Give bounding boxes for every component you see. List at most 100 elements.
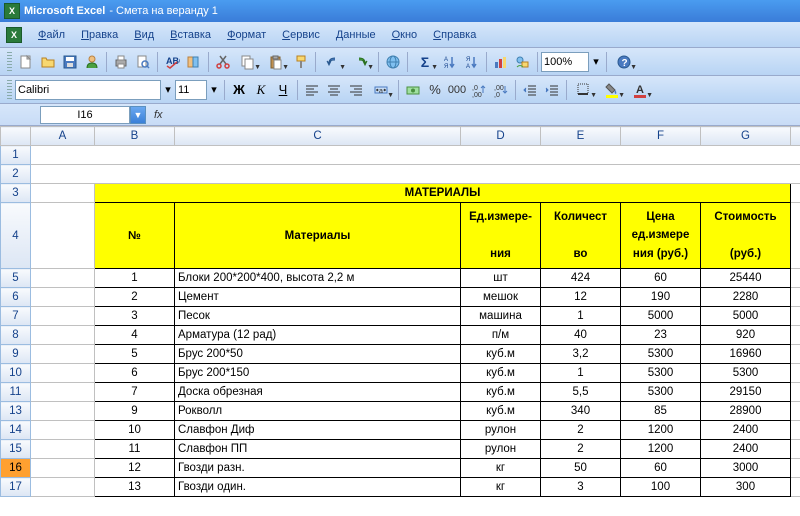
cell-qty[interactable]: 5,5 bbox=[541, 383, 621, 402]
row-header[interactable]: 17 bbox=[1, 478, 31, 497]
row-header[interactable]: 14 bbox=[1, 421, 31, 440]
cell-price[interactable]: 190 bbox=[621, 288, 701, 307]
name-box[interactable] bbox=[40, 106, 130, 124]
research-icon[interactable] bbox=[183, 51, 205, 73]
cell-cost[interactable]: 25440 bbox=[701, 269, 791, 288]
row-header[interactable]: 13 bbox=[1, 402, 31, 421]
cell-price[interactable]: 1200 bbox=[621, 440, 701, 459]
font-size-dropdown-icon[interactable]: ▾ bbox=[207, 79, 221, 101]
col-material-header[interactable]: Материалы bbox=[175, 203, 461, 269]
cell-qty[interactable]: 40 bbox=[541, 326, 621, 345]
cut-icon[interactable] bbox=[212, 51, 234, 73]
cell-price[interactable]: 100 bbox=[621, 478, 701, 497]
row-header[interactable]: 1 bbox=[1, 146, 31, 165]
row-header[interactable]: 3 bbox=[1, 184, 31, 203]
cell-cost[interactable]: 29150 bbox=[701, 383, 791, 402]
decrease-decimal-icon[interactable]: ,00,0 bbox=[490, 79, 512, 101]
align-left-icon[interactable] bbox=[301, 79, 323, 101]
row-header[interactable]: 7 bbox=[1, 307, 31, 326]
chart-wizard-icon[interactable] bbox=[490, 51, 512, 73]
cell-unit[interactable]: шт bbox=[461, 269, 541, 288]
spelling-icon[interactable]: ABC bbox=[161, 51, 183, 73]
bold-button[interactable]: Ж bbox=[228, 79, 250, 101]
menu-данные[interactable]: Данные bbox=[328, 26, 384, 44]
cell-qty[interactable]: 340 bbox=[541, 402, 621, 421]
help-icon[interactable]: ?▼ bbox=[610, 51, 638, 73]
cell-num[interactable]: 3 bbox=[95, 307, 175, 326]
menu-формат[interactable]: Формат bbox=[219, 26, 274, 44]
col-num-header[interactable]: № bbox=[95, 203, 175, 269]
menu-файл[interactable]: Файл bbox=[30, 26, 73, 44]
cell-material[interactable]: Брус 200*50 bbox=[175, 345, 461, 364]
cell-cost[interactable]: 2400 bbox=[701, 440, 791, 459]
column-header[interactable] bbox=[791, 127, 800, 146]
cell-unit[interactable]: рулон bbox=[461, 440, 541, 459]
cell-unit[interactable]: рулон bbox=[461, 421, 541, 440]
cell-unit[interactable]: п/м bbox=[461, 326, 541, 345]
menu-окно[interactable]: Окно bbox=[384, 26, 426, 44]
col-price-header[interactable]: Ценаед.измерения (руб.) bbox=[621, 203, 701, 269]
cell-qty[interactable]: 50 bbox=[541, 459, 621, 478]
workbook-icon[interactable]: X bbox=[4, 26, 24, 44]
cell-cost[interactable]: 16960 bbox=[701, 345, 791, 364]
align-right-icon[interactable] bbox=[345, 79, 367, 101]
format-painter-icon[interactable] bbox=[290, 51, 312, 73]
cell-unit[interactable]: машина bbox=[461, 307, 541, 326]
column-header[interactable]: B bbox=[95, 127, 175, 146]
cell-material[interactable]: Славфон Диф bbox=[175, 421, 461, 440]
cell-num[interactable]: 1 bbox=[95, 269, 175, 288]
cell-price[interactable]: 5300 bbox=[621, 383, 701, 402]
currency-icon[interactable] bbox=[402, 79, 424, 101]
cell-material[interactable]: Песок bbox=[175, 307, 461, 326]
menu-сервис[interactable]: Сервис bbox=[274, 26, 328, 44]
cell-qty[interactable]: 3,2 bbox=[541, 345, 621, 364]
sort-desc-icon[interactable]: ЯA bbox=[461, 51, 483, 73]
fx-label[interactable]: fx bbox=[154, 109, 163, 121]
cell-price[interactable]: 5300 bbox=[621, 345, 701, 364]
cell-num[interactable]: 5 bbox=[95, 345, 175, 364]
row-header[interactable]: 4 bbox=[1, 203, 31, 269]
cell-material[interactable]: Гвозди один. bbox=[175, 478, 461, 497]
cell-unit[interactable]: куб.м bbox=[461, 402, 541, 421]
cell-num[interactable]: 13 bbox=[95, 478, 175, 497]
copy-icon[interactable]: ▼ bbox=[234, 51, 262, 73]
cell-material[interactable]: Арматура (12 рад) bbox=[175, 326, 461, 345]
column-header[interactable]: C bbox=[175, 127, 461, 146]
sort-asc-icon[interactable]: AЯ bbox=[439, 51, 461, 73]
cell-price[interactable]: 1200 bbox=[621, 421, 701, 440]
italic-button[interactable]: К bbox=[250, 79, 272, 101]
font-name-select[interactable] bbox=[15, 80, 161, 100]
menu-вид[interactable]: Вид bbox=[126, 26, 162, 44]
toolbar-grip[interactable] bbox=[7, 80, 12, 100]
menu-справка[interactable]: Справка bbox=[425, 26, 484, 44]
cell-num[interactable]: 12 bbox=[95, 459, 175, 478]
cell-num[interactable]: 11 bbox=[95, 440, 175, 459]
cell-price[interactable]: 60 bbox=[621, 269, 701, 288]
font-name-dropdown-icon[interactable]: ▾ bbox=[161, 79, 175, 101]
comma-style-icon[interactable]: 000 bbox=[446, 79, 468, 101]
col-unit-header[interactable]: Ед.измере-ния bbox=[461, 203, 541, 269]
open-file-icon[interactable] bbox=[37, 51, 59, 73]
menu-правка[interactable]: Правка bbox=[73, 26, 126, 44]
toolbar-grip[interactable] bbox=[7, 52, 12, 72]
cell-num[interactable]: 2 bbox=[95, 288, 175, 307]
redo-icon[interactable]: ▼ bbox=[347, 51, 375, 73]
cell-material[interactable]: Блоки 200*200*400, высота 2,2 м bbox=[175, 269, 461, 288]
print-icon[interactable] bbox=[110, 51, 132, 73]
new-file-icon[interactable] bbox=[15, 51, 37, 73]
column-header[interactable]: D bbox=[461, 127, 541, 146]
cell-qty[interactable]: 1 bbox=[541, 364, 621, 383]
worksheet-grid[interactable]: ABCDEFG 123МАТЕРИАЛЫ4№МатериалыЕд.измере… bbox=[0, 126, 800, 497]
row-header[interactable]: 8 bbox=[1, 326, 31, 345]
cell-num[interactable]: 6 bbox=[95, 364, 175, 383]
zoom-input[interactable] bbox=[541, 52, 589, 72]
underline-button[interactable]: Ч bbox=[272, 79, 294, 101]
row-header[interactable]: 11 bbox=[1, 383, 31, 402]
name-box-dropdown-icon[interactable]: ▼ bbox=[130, 106, 146, 124]
cell-qty[interactable]: 3 bbox=[541, 478, 621, 497]
cell-cost[interactable]: 300 bbox=[701, 478, 791, 497]
menu-вставка[interactable]: Вставка bbox=[162, 26, 219, 44]
cell-material[interactable]: Гвозди разн. bbox=[175, 459, 461, 478]
col-qty-header[interactable]: Количество bbox=[541, 203, 621, 269]
column-header[interactable]: E bbox=[541, 127, 621, 146]
